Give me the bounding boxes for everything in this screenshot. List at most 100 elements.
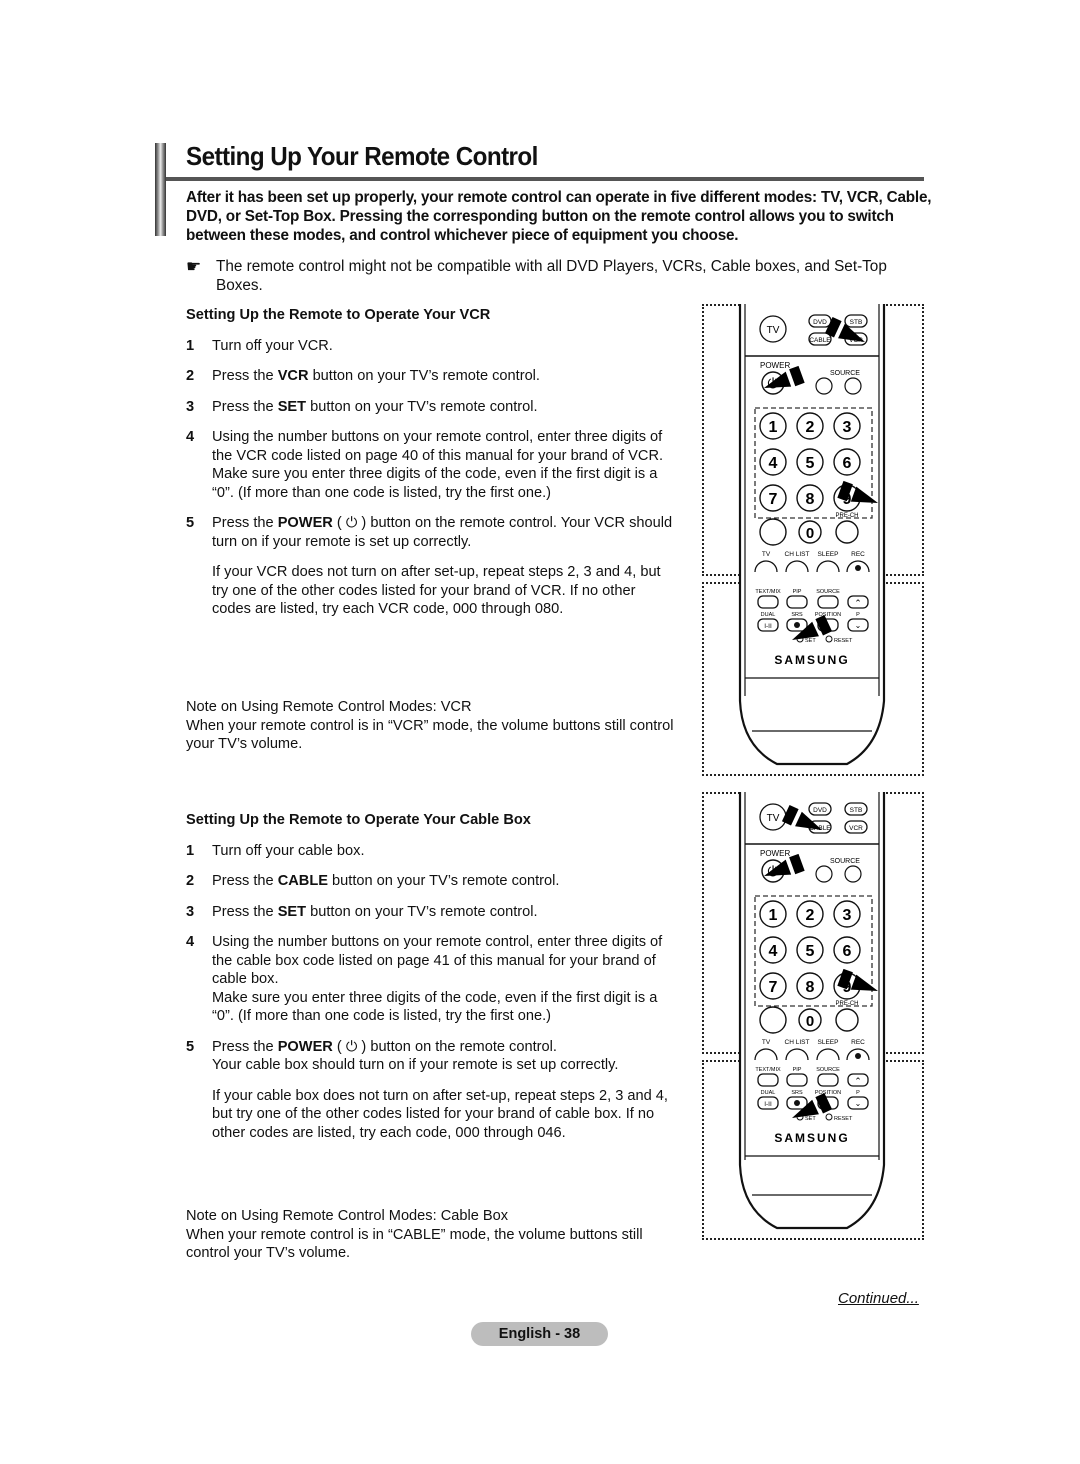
step-number: 2 (186, 368, 195, 384)
cable-step: 4 Using the number buttons on your remote… (186, 933, 676, 1026)
reset-label: RESET (834, 1116, 853, 1122)
function-label: SRS (791, 1090, 803, 1096)
number-label: 8 (806, 979, 815, 996)
function-button (786, 1073, 808, 1087)
reset-button (825, 635, 833, 643)
step-number: 4 (186, 934, 195, 950)
step-number: 4 (186, 429, 195, 445)
step-number: 3 (186, 903, 195, 920)
number-label: 6 (843, 455, 852, 472)
function-label: DUAL (761, 612, 776, 618)
samsung-logo: SAMSUNG (774, 653, 849, 667)
vcr-note-title: Note on Using Remote Control Modes: VCR (186, 699, 472, 715)
channel-down-icon: ⌄ (855, 621, 862, 630)
source-label: SOURCE (830, 858, 860, 865)
number-label: 6 (843, 943, 852, 960)
cable-section: Setting Up the Remote to Operate Your Ca… (186, 811, 676, 1154)
power-label: POWER (760, 849, 790, 858)
step-text: Turn off your cable box. (212, 842, 365, 859)
dual-icon: I-II (764, 623, 772, 630)
row-label: SLEEP (818, 551, 839, 558)
number-label: 3 (843, 419, 852, 436)
cable-step: 5 Press the POWER ( ⏻ ) button on the rem… (186, 1038, 676, 1143)
reset-button (825, 1113, 833, 1121)
number-label: 2 (806, 419, 815, 436)
vcr-section: Setting Up the Remote to Operate Your VC… (186, 306, 676, 631)
vcr-heading: Setting Up the Remote to Operate Your VC… (186, 307, 491, 323)
step-text: Press the (212, 515, 278, 531)
vcr-step: 1 Turn off your VCR. (186, 337, 676, 356)
step-text-continued: Make sure you enter three digits of the … (212, 989, 658, 1025)
power-label: POWER (760, 361, 790, 370)
number-label: 0 (806, 1013, 814, 1030)
number-label: 5 (806, 943, 815, 960)
step-text: button on your TV’s remote control. (306, 398, 538, 415)
number-label: 5 (806, 455, 815, 472)
light-button (815, 377, 833, 395)
step-text: Press the (212, 873, 278, 889)
step-text: button on your TV’s remote control. (306, 903, 538, 920)
row-label: TV (762, 551, 771, 558)
number-label: 1 (769, 907, 778, 924)
cable-step: 1 Turn off your cable box. (186, 842, 676, 861)
cable-note-text: When your remote control is in “CABLE” m… (186, 1226, 643, 1262)
function-label: PIP (793, 1067, 802, 1073)
function-label: TEXT/MIX (755, 589, 781, 595)
step-bold-term: SET (277, 398, 307, 415)
channel-up-icon: ⌃ (854, 598, 862, 608)
step-bold-term: POWER (277, 515, 333, 531)
pre-ch-button (835, 1008, 859, 1032)
rec-dot-icon (855, 565, 861, 571)
source-button (844, 865, 862, 883)
mode-label-dvd: DVD (813, 319, 827, 326)
number-label: 3 (843, 907, 852, 924)
cable-step: 2 Press the CABLE button on your TV’s rem… (186, 872, 676, 891)
title-rule (166, 177, 924, 181)
step-text: Using the number buttons on your remote … (212, 429, 664, 501)
tv-mode-label: TV (767, 813, 780, 824)
remote-illustration-cable: TVDVDSTBCABLEVCRPOWERSOURCE⏻1234567890PR… (702, 792, 924, 1240)
step-number: 1 (186, 337, 195, 354)
srs-icon (794, 1100, 800, 1106)
vcr-mode-note: Note on Using Remote Control Modes: VCR … (186, 698, 676, 754)
samsung-logo: SAMSUNG (774, 1131, 849, 1145)
step-number: 5 (186, 1038, 195, 1055)
compatibility-note: ☛ The remote control might not be compat… (186, 257, 926, 295)
function-label: SRS (791, 612, 803, 618)
step-text: Press the (212, 1038, 278, 1055)
pre-ch-button (835, 520, 859, 544)
title-side-bar (155, 143, 166, 236)
function-button (817, 1073, 839, 1087)
step-bold-term: POWER (277, 1038, 333, 1055)
rec-dot-icon (855, 1053, 861, 1059)
pre-ch-label: PRE-CH (835, 1001, 858, 1007)
pointing-hand-icon: ☛ (186, 257, 202, 276)
step-text: Press the (212, 398, 278, 415)
set-label: SET (805, 1116, 816, 1122)
reset-label: RESET (834, 638, 853, 644)
vcr-step: 2 Press the VCR button on your TV’s remot… (186, 367, 676, 386)
tv-mode-label: TV (767, 325, 780, 336)
step-bold-term: SET (277, 903, 307, 920)
channel-up-icon: ⌃ (854, 1076, 862, 1086)
function-button (757, 1073, 779, 1087)
number-label: 1 (769, 419, 778, 436)
source-button (844, 377, 862, 395)
pre-ch-label: PRE-CH (835, 513, 858, 519)
dual-icon: I-II (764, 1101, 772, 1108)
number-label: 4 (769, 943, 778, 960)
row-label: TV (762, 1039, 771, 1046)
function-label: P (856, 612, 860, 618)
number-label: 7 (769, 491, 778, 508)
function-button (757, 595, 779, 609)
mode-label-dvd: DVD (813, 807, 827, 814)
mode-label-stb: STB (850, 807, 863, 814)
step-subtext: If your cable box does not turn on after… (212, 1087, 668, 1141)
row-label: CH LIST (785, 551, 810, 558)
step-subtext: If your VCR does not turn on after set-u… (212, 564, 661, 617)
light-button (815, 865, 833, 883)
step-bold-term: CABLE (277, 873, 328, 889)
function-label: SOURCE (816, 1067, 840, 1073)
source-label: SOURCE (830, 370, 860, 377)
step-number: 3 (186, 398, 195, 415)
